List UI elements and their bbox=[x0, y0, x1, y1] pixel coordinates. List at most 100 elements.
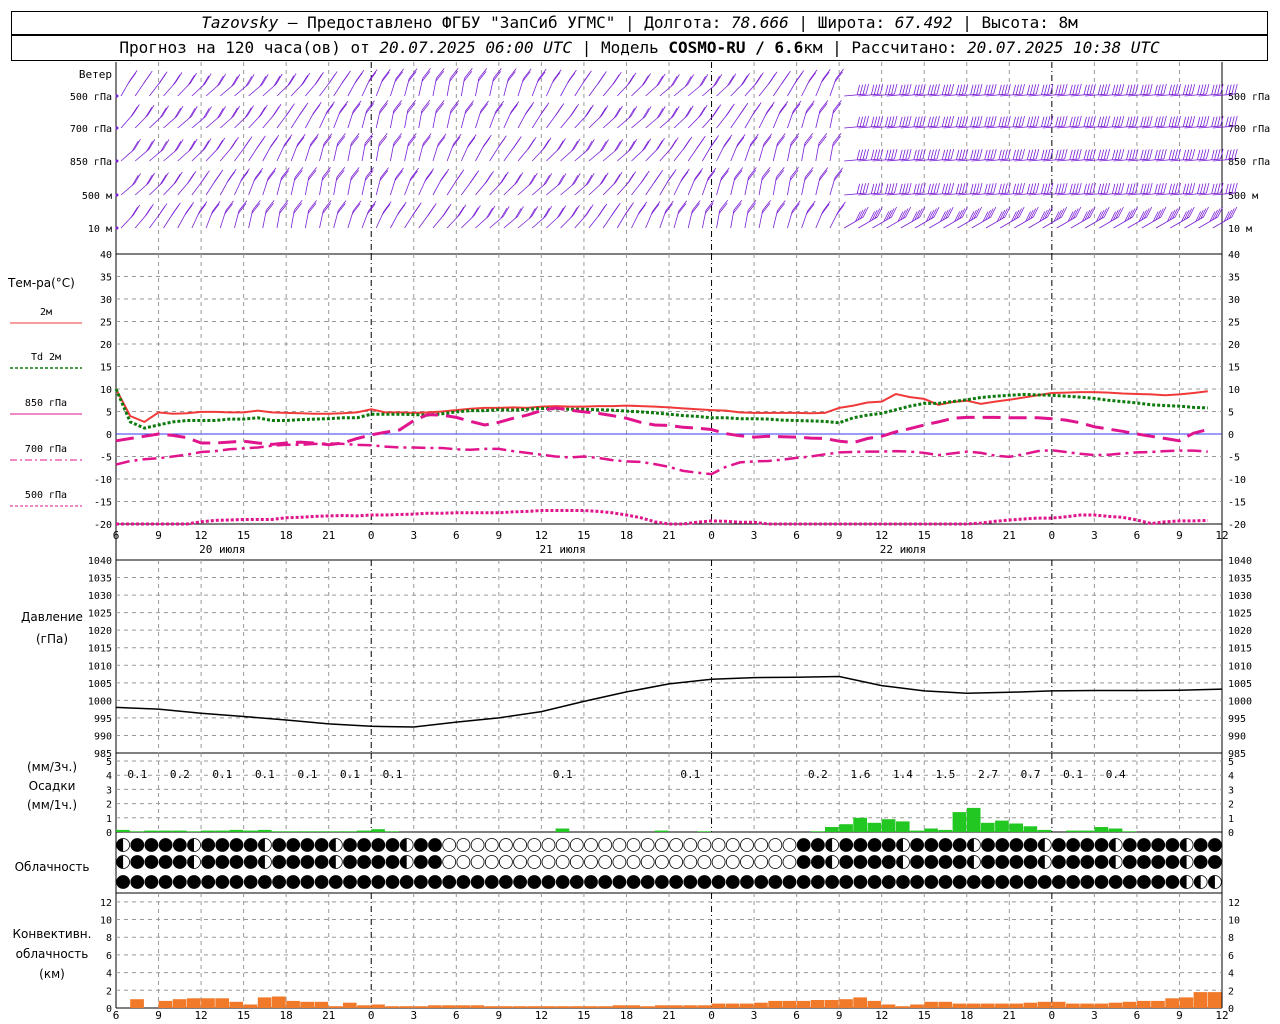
wind-barb-flag bbox=[1004, 116, 1008, 127]
wind-barb-flag bbox=[1143, 116, 1147, 127]
wind-barb-flag bbox=[392, 136, 402, 147]
wind-barb-flag bbox=[670, 76, 678, 87]
cloud-symbol bbox=[286, 838, 301, 852]
wind-barb-flag bbox=[691, 203, 700, 214]
wind-barb-flag bbox=[509, 104, 518, 115]
wind-barb-flag bbox=[616, 139, 624, 150]
wind-barb-flag bbox=[793, 100, 802, 112]
wind-barb-flag bbox=[902, 84, 906, 95]
conv-bar bbox=[1193, 992, 1208, 1008]
wind-barb-flag bbox=[775, 169, 785, 181]
cloud-symbol bbox=[1137, 875, 1151, 889]
wind-barb-flag bbox=[265, 200, 275, 211]
cloud-symbol bbox=[768, 875, 783, 889]
wind-barb-flag bbox=[713, 75, 720, 87]
wind-barb-flag bbox=[352, 103, 361, 114]
wind-barb-flag bbox=[1044, 149, 1048, 160]
cloud-symbol bbox=[867, 855, 882, 869]
conv-bar bbox=[470, 1005, 485, 1008]
wind-barb-flag bbox=[203, 108, 210, 119]
wind-barb-flag bbox=[471, 207, 479, 218]
wind-barb-flag bbox=[364, 133, 374, 144]
wind-barb-flag bbox=[425, 168, 434, 179]
wind-barb-flag bbox=[927, 84, 931, 95]
wind-barb-flag bbox=[204, 73, 212, 84]
conv-bar bbox=[853, 997, 867, 1008]
wind-barb-flag bbox=[750, 133, 759, 145]
wind-barb-flag bbox=[743, 72, 750, 84]
cloud-half-fill bbox=[1208, 875, 1215, 889]
cloud-symbol bbox=[442, 875, 457, 889]
wind-barb-flag bbox=[437, 136, 446, 147]
precip-bar bbox=[1122, 831, 1137, 832]
wind-barb-flag bbox=[990, 84, 994, 95]
conv-bar bbox=[924, 1001, 938, 1008]
wind-barb-flag bbox=[976, 84, 980, 95]
wind-barb-flag bbox=[1061, 183, 1065, 194]
conv-bar bbox=[782, 1000, 797, 1008]
wind-barb-flag bbox=[1117, 183, 1122, 194]
conv-bar bbox=[413, 1006, 428, 1008]
wind-level-label: 500 гПа bbox=[70, 92, 112, 103]
wind-barb-flag bbox=[1064, 182, 1068, 194]
wind-barb-flag bbox=[747, 200, 757, 211]
wind-barb-flag bbox=[162, 172, 169, 183]
precip-bar bbox=[314, 831, 329, 832]
cloud-symbol bbox=[569, 875, 584, 889]
wind-barb-flag bbox=[323, 200, 332, 211]
cloud-symbol bbox=[938, 838, 953, 852]
time-label-top: 0 bbox=[1049, 529, 1056, 542]
cloud-symbol bbox=[1094, 855, 1109, 869]
temp-legend-label: 2м bbox=[40, 307, 52, 318]
wind-barb-flag bbox=[833, 100, 842, 111]
conv-tick-left: 0 bbox=[106, 1004, 112, 1015]
wind-barb-flag bbox=[1064, 83, 1068, 95]
cloud-symbol bbox=[1094, 838, 1109, 852]
precip-3h-value: 0.1 bbox=[383, 768, 403, 781]
cloud-symbol bbox=[1165, 838, 1180, 852]
wind-barb-flag bbox=[734, 167, 744, 178]
wind-barb-flag bbox=[927, 183, 931, 194]
precip-bar bbox=[654, 830, 669, 832]
wind-barb-flag bbox=[379, 170, 389, 181]
cloud-symbol bbox=[683, 855, 698, 869]
wind-barb-flag bbox=[1191, 115, 1196, 127]
wind-barb-flag bbox=[571, 140, 579, 152]
wind-barb-flag bbox=[1103, 116, 1108, 127]
cloud-symbol bbox=[1151, 838, 1166, 852]
wind-barb-flag bbox=[453, 133, 462, 145]
wind-barb-flag bbox=[629, 72, 637, 84]
wind-barb-flag bbox=[1111, 183, 1116, 194]
cloud-symbol bbox=[1208, 855, 1222, 869]
wind-barb-flag bbox=[791, 203, 800, 214]
wind-barb-flag bbox=[930, 149, 934, 160]
wind-barb-flag bbox=[873, 183, 878, 194]
wind-barb bbox=[1085, 216, 1105, 229]
time-label-bottom: 6 bbox=[113, 1009, 120, 1022]
wind-barb-flag bbox=[1149, 182, 1153, 194]
conv-bar bbox=[272, 996, 286, 1008]
wind-barb-flag bbox=[1203, 116, 1207, 127]
wind-barb-flag bbox=[597, 73, 605, 85]
wind-barb-flag bbox=[338, 103, 348, 115]
precip-bar bbox=[924, 828, 938, 832]
wind-barb-flag bbox=[1157, 149, 1161, 160]
wind-barb-flag bbox=[678, 200, 688, 211]
conv-bar bbox=[768, 1000, 782, 1008]
conv-bar bbox=[201, 998, 215, 1008]
wind-barb-flag bbox=[1089, 183, 1093, 194]
wind-barb-flag bbox=[628, 108, 635, 119]
cloud-symbol bbox=[144, 838, 159, 852]
pressure-title: Давление bbox=[21, 610, 83, 624]
time-label-bottom: 21 bbox=[662, 1009, 675, 1022]
wind-barb-flag bbox=[984, 84, 988, 95]
wind-barb-flag bbox=[171, 205, 180, 216]
time-label-bottom: 12 bbox=[875, 1009, 888, 1022]
wind-barb-flag bbox=[173, 74, 181, 85]
wind-barb-flag bbox=[973, 84, 977, 95]
conv-bar bbox=[371, 1004, 385, 1008]
wind-barb-flag bbox=[987, 183, 991, 194]
wind-barb-flag bbox=[1001, 116, 1005, 127]
wind-barb-flag bbox=[768, 73, 776, 85]
wind-barb-flag bbox=[569, 106, 578, 117]
